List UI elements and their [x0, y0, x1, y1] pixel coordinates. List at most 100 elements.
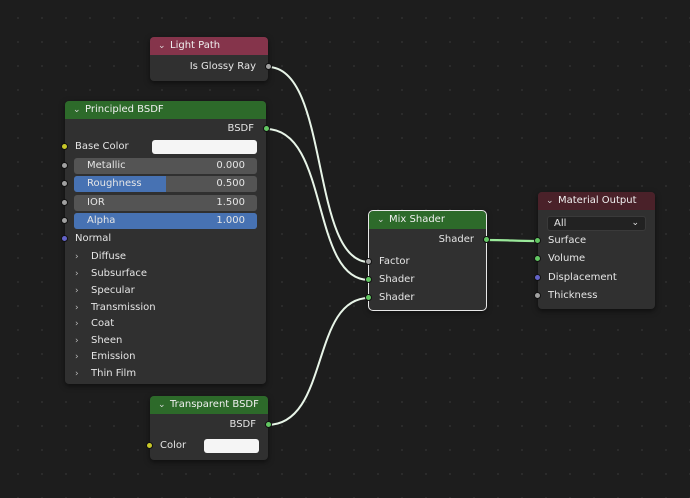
- input-socket[interactable]: [534, 292, 541, 299]
- node-material-output[interactable]: ⌄ Material Output All ⌄ Surface Volume Di…: [534, 192, 655, 309]
- input-volume: Volume: [534, 250, 655, 268]
- link-mix-to-surface[interactable]: [485, 238, 539, 243]
- node-transparent-bsdf[interactable]: ⌄ Transparent BSDF BSDF Color: [146, 396, 272, 460]
- socket-label: Displacement: [548, 272, 617, 283]
- field-label: IOR: [87, 197, 105, 208]
- panel-label: Coat: [91, 318, 115, 329]
- socket-label: Normal: [75, 233, 112, 244]
- input-socket[interactable]: [61, 143, 68, 150]
- field-value: 1.500: [216, 197, 245, 208]
- input-base-color: Base Color: [61, 138, 266, 156]
- metallic-field[interactable]: Metallic 0.000: [74, 158, 257, 174]
- input-socket[interactable]: [365, 258, 372, 265]
- node-title: Mix Shader: [389, 214, 445, 225]
- output-is-glossy-ray: Is Glossy Ray: [150, 58, 272, 76]
- socket-label: Shader: [379, 292, 415, 303]
- input-surface: Surface: [534, 232, 655, 250]
- socket-label: Shader: [379, 274, 415, 285]
- input-color: Color: [146, 437, 268, 455]
- node-title: Light Path: [170, 40, 221, 51]
- target-dropdown[interactable]: All ⌄: [547, 216, 646, 231]
- roughness-field[interactable]: Roughness 0.500: [74, 176, 257, 192]
- field-value: 0.000: [216, 160, 245, 171]
- input-socket[interactable]: [534, 237, 541, 244]
- input-displacement: Displacement: [534, 269, 655, 287]
- output-socket[interactable]: [263, 125, 270, 132]
- node-title: Principled BSDF: [85, 104, 164, 115]
- panel-label: Specular: [91, 285, 135, 296]
- output-socket[interactable]: [265, 63, 272, 70]
- input-socket[interactable]: [365, 294, 372, 301]
- output-bsdf: BSDF: [65, 120, 270, 138]
- node-header[interactable]: ⌄ Light Path: [150, 37, 268, 55]
- chevron-down-icon[interactable]: ⌄: [158, 37, 170, 55]
- link-glossy-to-factor[interactable]: [267, 66, 370, 263]
- input-metallic: Metallic 0.000: [61, 157, 266, 175]
- panel-label: Thin Film: [91, 368, 137, 379]
- chevron-right-icon: ›: [75, 369, 79, 379]
- panel-label: Subsurface: [91, 268, 147, 279]
- field-label: Alpha: [87, 215, 116, 226]
- socket-label: Is Glossy Ray: [189, 61, 256, 72]
- panel-thin-film[interactable]: › Thin Film: [75, 365, 136, 382]
- panel-emission[interactable]: › Emission: [75, 348, 136, 365]
- node-header[interactable]: ⌄ Transparent BSDF: [150, 396, 268, 414]
- panel-coat[interactable]: › Coat: [75, 315, 114, 332]
- panel-transmission[interactable]: › Transmission: [75, 299, 156, 316]
- node-header[interactable]: ⌄ Principled BSDF: [65, 101, 266, 119]
- panel-specular[interactable]: › Specular: [75, 282, 135, 299]
- field-label: Metallic: [87, 160, 126, 171]
- socket-label: Surface: [548, 235, 587, 246]
- input-socket[interactable]: [61, 217, 68, 224]
- socket-label: Base Color: [75, 141, 129, 152]
- node-light-path[interactable]: ⌄ Light Path Is Glossy Ray: [150, 37, 272, 81]
- input-socket[interactable]: [61, 162, 68, 169]
- input-socket[interactable]: [61, 235, 68, 242]
- input-socket[interactable]: [534, 255, 541, 262]
- dropdown-value: All: [554, 218, 567, 229]
- input-socket[interactable]: [61, 199, 68, 206]
- input-shader-1: Shader: [365, 271, 486, 289]
- socket-label: Shader: [438, 234, 474, 245]
- chevron-right-icon: ›: [75, 269, 79, 279]
- node-principled-bsdf[interactable]: ⌄ Principled BSDF BSDF Base Color Metalli…: [61, 101, 270, 384]
- ior-field[interactable]: IOR 1.500: [74, 195, 257, 211]
- panel-sheen[interactable]: › Sheen: [75, 332, 122, 349]
- chevron-down-icon[interactable]: ⌄: [158, 396, 170, 414]
- node-header[interactable]: ⌄ Mix Shader: [369, 211, 486, 229]
- panel-label: Transmission: [91, 302, 156, 313]
- input-socket[interactable]: [146, 442, 153, 449]
- chevron-down-icon[interactable]: ⌄: [546, 192, 558, 210]
- input-socket[interactable]: [365, 276, 372, 283]
- node-header[interactable]: ⌄ Material Output: [538, 192, 655, 210]
- chevron-down-icon: ⌄: [631, 218, 639, 228]
- base-color-swatch[interactable]: [152, 140, 257, 154]
- panel-label: Emission: [91, 351, 136, 362]
- node-title: Material Output: [558, 195, 637, 206]
- input-factor: Factor: [365, 253, 486, 271]
- output-socket[interactable]: [483, 236, 490, 243]
- input-socket[interactable]: [61, 180, 68, 187]
- input-alpha: Alpha 1.000: [61, 212, 266, 230]
- target-row: All ⌄: [538, 213, 655, 234]
- chevron-down-icon[interactable]: ⌄: [73, 101, 85, 119]
- field-value: 1.000: [216, 215, 245, 226]
- panel-subsurface[interactable]: › Subsurface: [75, 265, 147, 282]
- node-mix-shader[interactable]: ⌄ Mix Shader Shader Factor Shader Shader: [365, 210, 490, 311]
- input-socket[interactable]: [534, 274, 541, 281]
- node-title: Transparent BSDF: [170, 399, 259, 410]
- chevron-right-icon: ›: [75, 319, 79, 329]
- socket-label: Volume: [548, 253, 586, 264]
- link-transparent-to-shader2[interactable]: [266, 297, 370, 426]
- panel-label: Diffuse: [91, 251, 127, 262]
- socket-label: BSDF: [229, 419, 256, 430]
- output-bsdf: BSDF: [150, 416, 272, 434]
- chevron-right-icon: ›: [75, 352, 79, 362]
- color-swatch[interactable]: [204, 439, 259, 453]
- socket-label: Factor: [379, 256, 410, 267]
- panel-diffuse[interactable]: › Diffuse: [75, 248, 126, 265]
- socket-label: Thickness: [548, 290, 598, 301]
- alpha-field[interactable]: Alpha 1.000: [74, 213, 257, 229]
- output-socket[interactable]: [265, 421, 272, 428]
- chevron-down-icon[interactable]: ⌄: [377, 211, 389, 229]
